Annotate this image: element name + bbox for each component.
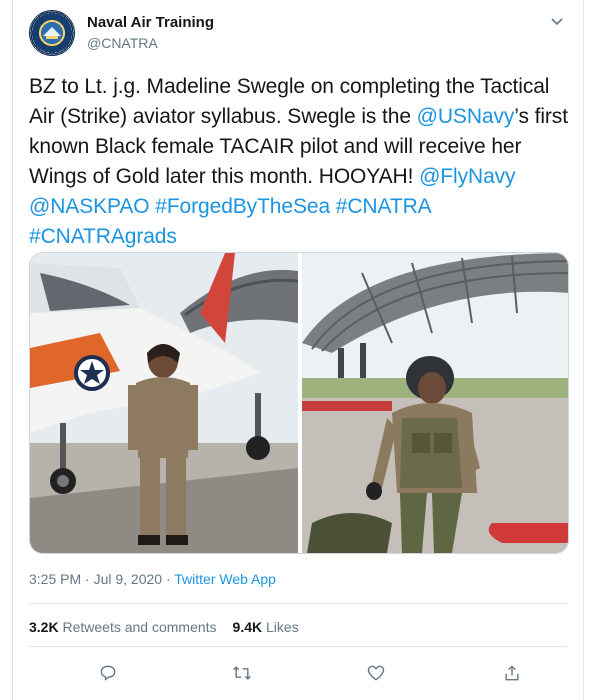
mention-flynavy[interactable]: @FlyNavy — [419, 165, 515, 188]
tweet-meta: 3:25 PM · Jul 9, 2020 · Twitter Web App — [29, 571, 276, 587]
tweet-stats: 3.2K Retweets and comments 9.4K Likes — [29, 619, 299, 635]
likes-label: Likes — [266, 619, 299, 635]
tweet-text: BZ to Lt. j.g. Madeline Swegle on comple… — [29, 72, 577, 252]
hashtag-cnatra[interactable]: #CNATRA — [336, 195, 431, 218]
likes-stat[interactable]: 9.4K Likes — [233, 619, 299, 635]
account-name[interactable]: Naval Air Training — [87, 14, 214, 31]
share-icon[interactable] — [495, 658, 529, 688]
reply-icon[interactable] — [91, 658, 125, 688]
tweet-card: Naval Air Training @CNATRA BZ to Lt. j.g… — [12, 0, 584, 700]
timestamp[interactable]: 3:25 PM · Jul 9, 2020 — [29, 571, 162, 587]
retweet-icon[interactable] — [225, 658, 259, 688]
likes-count: 9.4K — [232, 619, 263, 635]
mention-usnavy[interactable]: @USNavy — [417, 105, 515, 128]
heart-icon[interactable] — [359, 658, 393, 688]
avatar[interactable] — [29, 10, 75, 56]
tweet-media — [29, 252, 569, 554]
account-handle[interactable]: @CNATRA — [87, 35, 158, 51]
photo-pilot-with-jet[interactable] — [30, 253, 298, 553]
tweet-actions — [29, 658, 567, 688]
divider — [29, 646, 567, 647]
source-app-link[interactable]: Twitter Web App — [174, 571, 276, 587]
retweets-stat[interactable]: 3.2K Retweets and comments — [29, 619, 217, 635]
naval-seal-icon — [30, 11, 74, 55]
retweets-label: Retweets and comments — [62, 619, 217, 635]
tweet-header: Naval Air Training @CNATRA — [29, 10, 567, 58]
retweets-count: 3.2K — [29, 619, 59, 635]
photo-pilot-with-helmet[interactable] — [302, 253, 568, 553]
divider — [29, 603, 567, 604]
hashtag-forgedbythesea[interactable]: #ForgedByTheSea — [155, 195, 330, 218]
meta-separator: · — [162, 571, 175, 587]
hashtag-cnatragrads[interactable]: #CNATRAgrads — [29, 225, 177, 248]
mention-naskpao[interactable]: @NASKPAO — [29, 195, 150, 218]
chevron-down-icon[interactable] — [547, 12, 567, 32]
